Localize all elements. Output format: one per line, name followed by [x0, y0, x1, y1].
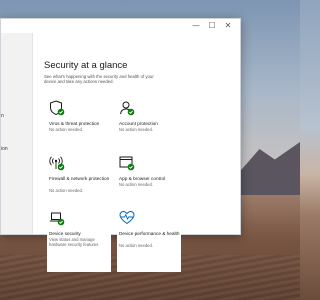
laptop-icon	[49, 212, 65, 226]
tile-name: App & browser control	[119, 176, 166, 181]
tile-status: No action needed.	[49, 127, 83, 132]
maximize-button[interactable]: ☐	[206, 21, 218, 31]
tile-status: View status and manage hardware security…	[49, 237, 99, 247]
tile-status: No action needed.	[49, 188, 83, 193]
tile-status: No action needed.	[119, 127, 153, 132]
tile-firewall-network-protection[interactable]: Firewall & network protection No action …	[47, 155, 111, 217]
tile-name: Firewall & network protection	[49, 176, 110, 181]
tile-virus-threat-protection[interactable]: Virus & threat protection No action need…	[47, 100, 111, 162]
tile-device-performance-health[interactable]: Device performance & health No action ne…	[117, 210, 181, 272]
tile-device-security[interactable]: Device security View status and manage h…	[47, 210, 111, 272]
sidebar-item-label[interactable]: ion	[1, 146, 8, 152]
tile-status: No action needed.	[119, 243, 153, 248]
main-content: Security at a glance See what's happenin…	[33, 33, 240, 272]
page-title: Security at a glance	[44, 60, 128, 71]
tile-name: Account protection	[119, 121, 158, 126]
tile-status: No action needed.	[119, 182, 153, 187]
title-bar[interactable]: — ☐ ✕	[1, 19, 240, 33]
close-button[interactable]: ✕	[222, 21, 234, 31]
page-subtitle: See what's happening with the security a…	[44, 74, 154, 85]
tile-account-protection[interactable]: Account protection No action needed.	[117, 100, 181, 162]
wifi-antenna-icon	[49, 156, 65, 171]
security-window: — ☐ ✕ n ion Security at a glance See wha…	[0, 18, 241, 272]
browser-window-icon	[119, 156, 135, 171]
sidebar: n ion	[1, 33, 33, 234]
heart-icon	[119, 210, 135, 225]
minimize-button[interactable]: —	[190, 21, 202, 31]
tile-name: Virus & threat protection	[49, 121, 100, 126]
tile-name: Device performance & health	[119, 231, 180, 236]
account-icon	[120, 101, 135, 116]
sidebar-item-label[interactable]: n	[1, 113, 4, 119]
shield-icon	[50, 100, 65, 116]
tile-name: Device security	[49, 231, 81, 236]
tile-app-browser-control[interactable]: App & browser control No action needed.	[117, 155, 181, 217]
